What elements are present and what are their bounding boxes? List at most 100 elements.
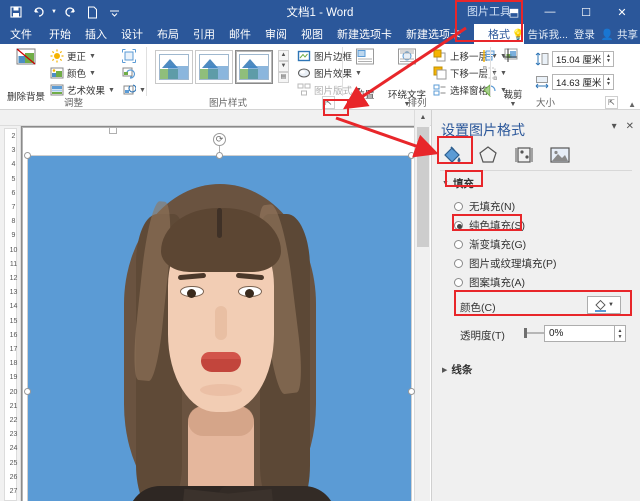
scroll-up-icon[interactable]: ▲ [415,110,431,125]
tab-review[interactable]: 审阅 [258,24,294,44]
option-pattern-fill[interactable]: 图案填充(A) [454,275,525,290]
maximize-icon[interactable]: ☐ [568,0,604,24]
gallery-scroll-down-icon[interactable]: ▼ [278,61,289,72]
wrap-text-icon [397,48,417,72]
tab-layout[interactable]: 布局 [150,24,186,44]
tab-mailings[interactable]: 邮件 [222,24,258,44]
resize-handle-top-right[interactable] [408,152,415,159]
document-page[interactable]: ⟳ [23,127,419,501]
resize-handle-top-center[interactable] [216,152,223,159]
panel-close-icon[interactable]: ✕ [626,121,634,132]
corrections-button[interactable]: 更正 ▼ [50,49,96,63]
tab-home[interactable]: 开始 [42,24,78,44]
lightbulb-icon: 💡 [511,28,525,41]
minimize-icon[interactable]: — [532,0,568,24]
radio-picture-texture-fill[interactable] [454,259,463,268]
sign-in-button[interactable]: 登录 [574,27,595,42]
vertical-ruler-track: 2 3 4 5 6 7 8 9 10 11 12 13 14 15 16 17 18 19 20 21 22 23 24 25… [4,128,17,501]
option-solid-fill[interactable]: 纯色填充(S) [454,218,525,233]
collapse-ribbon-icon[interactable]: ▲ [628,100,636,109]
tab-new-tab-1[interactable]: 新建选项卡 [330,24,399,44]
panel-menu-icon[interactable]: ▾ [612,121,617,132]
transparency-spinner[interactable]: ▲ ▼ [614,325,625,342]
shape-width-field[interactable]: 14.63 厘米 [552,74,604,90]
size-dialog-launcher[interactable]: ⇱ [605,96,618,109]
close-icon[interactable]: ✕ [604,0,640,24]
tab-new-tab-2[interactable]: 新建选项卡 [399,24,468,44]
tab-file[interactable]: 文件 [0,24,42,44]
tab-references[interactable]: 引用 [186,24,222,44]
ruler-tick: 4 [11,161,16,169]
ribbon-group-size-title: 大小 [535,98,555,109]
shape-height-field[interactable]: 15.04 厘米 [552,51,604,67]
share-label: 共享 [617,28,638,41]
fill-section-header[interactable]: ▼ 填充 [442,176,474,191]
resize-handle-middle-right[interactable] [408,388,415,395]
ruler-tick: 13 [9,289,18,297]
option-gradient-fill[interactable]: 渐变填充(G) [454,237,526,252]
tell-me-box[interactable]: 💡 告诉我... [512,27,568,42]
share-button[interactable]: 👤 共享 [601,27,638,42]
line-section-header[interactable]: ▶ 线条 [442,362,472,377]
radio-pattern-fill[interactable] [454,278,463,287]
option-no-fill[interactable]: 无填充(N) [454,199,515,214]
selected-picture[interactable] [28,156,411,501]
gallery-scroll-up-icon[interactable]: ▲ [278,50,289,61]
ribbon: 删除背景 更正 ▼ 颜色 ▼ 艺术效果 ▼ ▼ 调整 ▲ ▼ ▤ 图片边框 图片… [0,44,640,110]
fill-color-picker[interactable]: ▼ [587,296,621,314]
document-canvas[interactable]: ⟳ [21,126,430,501]
shape-width-control[interactable]: 14.63 厘米 ▲ ▼ [535,74,614,90]
picture-styles-gallery[interactable] [155,50,273,84]
shape-height-spinner[interactable]: ▲ ▼ [604,51,614,67]
shape-height-control[interactable]: 15.04 厘米 ▲ ▼ [535,51,614,67]
picture-styles-dialog-launcher[interactable]: ⇱ [322,96,335,109]
gallery-more-icon[interactable]: ▤ [278,72,289,83]
chevron-down-icon[interactable]: ▼ [608,302,614,308]
scrollbar-thumb[interactable] [417,127,429,247]
ribbon-group-adjust-title: 调整 [63,98,83,109]
rotate-handle[interactable]: ⟳ [213,133,226,146]
redo-icon[interactable] [60,3,80,21]
picture-tab[interactable] [548,144,572,166]
chevron-down-icon: ▼ [108,86,115,94]
width-icon [535,75,549,89]
color-button[interactable]: 颜色 ▼ [50,66,96,80]
customize-qat-icon[interactable] [104,3,124,21]
option-pattern-fill-label: 图案填充(A) [469,277,525,289]
radio-solid-fill[interactable] [454,221,463,230]
portrait-pupil-left [187,289,196,298]
ruler-tick: 9 [11,232,16,240]
resize-handle-top-left[interactable] [24,152,31,159]
new-doc-icon[interactable] [82,3,102,21]
slider-knob[interactable] [524,328,527,338]
picture-style-thumb[interactable] [195,50,233,84]
tab-insert[interactable]: 插入 [78,24,114,44]
fill-line-tab[interactable] [440,144,464,166]
resize-handle-middle-left[interactable] [24,388,31,395]
radio-no-fill[interactable] [454,202,463,211]
compress-pictures-button[interactable] [122,49,136,63]
tab-design[interactable]: 设计 [114,24,150,44]
change-picture-button[interactable] [122,66,136,80]
undo-dropdown-icon[interactable]: ▼ [50,3,58,21]
vertical-scrollbar[interactable]: ▲ [414,110,431,501]
picture-style-thumb[interactable] [155,50,193,84]
gallery-scroll-buttons[interactable]: ▲ ▼ ▤ [278,50,289,83]
layout-properties-tab[interactable] [512,144,536,166]
tab-view[interactable]: 视图 [294,24,330,44]
title-bar: ▼ 文档1 - Word 图片工具 ⬒ — ☐ ✕ [0,0,640,24]
transparency-value-field[interactable]: 0% ▲ ▼ [544,325,626,342]
picture-style-thumb-selected[interactable] [235,50,273,84]
shape-width-spinner[interactable]: ▲ ▼ [604,74,614,90]
undo-icon[interactable] [28,3,48,21]
panel-title: 设置图片格式 [441,122,525,138]
send-backward-icon [433,66,447,80]
ribbon-display-options-icon[interactable]: ⬒ [496,0,532,24]
radio-gradient-fill[interactable] [454,240,463,249]
effects-tab[interactable] [476,144,500,166]
vertical-ruler[interactable]: 2 3 4 5 6 7 8 9 10 11 12 13 14 15 16 17 18 19 20 21 22 23 24 25… [0,126,21,501]
crop-icon [503,48,523,72]
save-icon[interactable] [6,3,26,21]
ribbon-group-adjust: 删除背景 更正 ▼ 颜色 ▼ 艺术效果 ▼ ▼ 调整 [0,44,147,110]
option-picture-or-texture-fill[interactable]: 图片或纹理填充(P) [454,256,557,271]
